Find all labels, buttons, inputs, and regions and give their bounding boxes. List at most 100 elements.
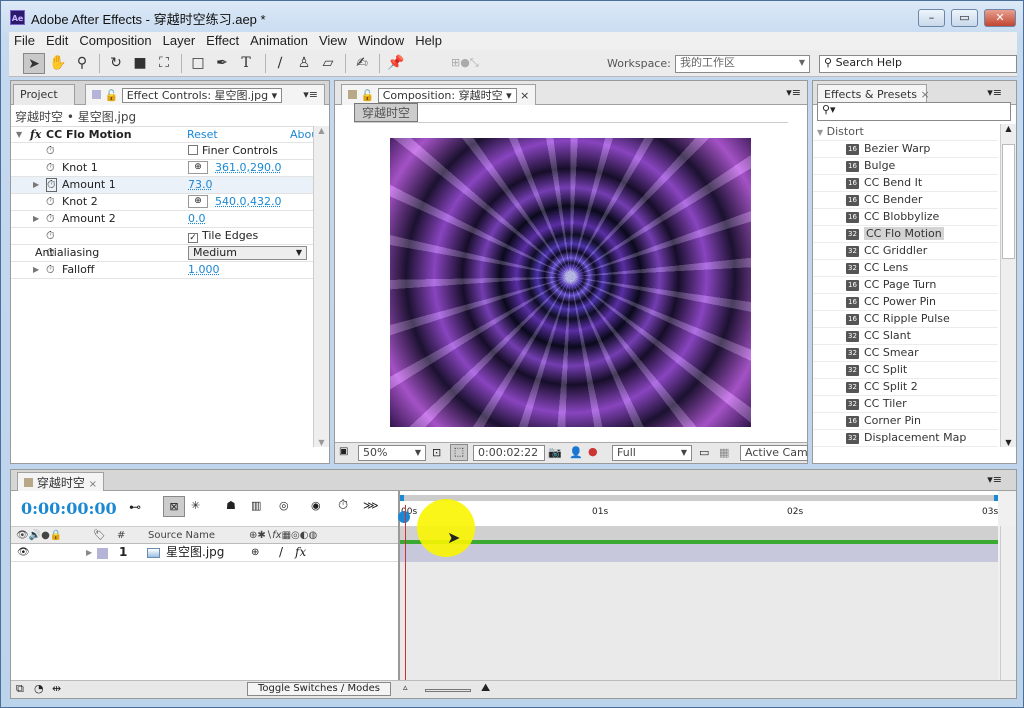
checkbox-checked[interactable]: ✓ [188,233,198,243]
twirl-closed-icon[interactable]: ▶ [33,262,39,278]
channel-icon[interactable]: ● [588,445,598,458]
stopwatch-icon[interactable]: ⏱ [46,211,55,227]
comp-navigator-button[interactable]: 穿越时空 [354,103,419,122]
stopwatch-icon[interactable]: ⏱ [46,228,55,244]
tab-timeline[interactable]: 穿越时空 × [17,472,105,491]
effect-header-row[interactable]: ▼ fx CC Flo Motion Reset Abou [11,126,318,143]
knot-2-value[interactable]: 540.0,432.0 [215,194,281,210]
toggle-switches-modes-button[interactable]: Toggle Switches / Modes [247,682,391,696]
maximize-button[interactable]: ▭ [951,9,978,27]
effects-search-input[interactable]: ⚲▾ [817,102,1011,121]
brush-tool-icon[interactable]: ∕ [269,53,291,74]
draft-3d-icon[interactable]: ✳ [191,499,200,512]
menu-window[interactable]: Window [353,32,409,49]
tab-composition[interactable]: 🔓 Composition: 穿越时空 ▾ × [341,84,536,105]
work-area-bar[interactable] [400,526,998,544]
effect-item[interactable]: 32 CC Split 2 [813,379,998,396]
effect-item[interactable]: 32 CC Slant [813,328,998,345]
close-button[interactable]: ✕ [984,9,1016,27]
amount-1-value[interactable]: 73.0 [188,177,213,193]
layer-name[interactable]: 星空图.jpg [166,544,224,561]
effect-item[interactable]: 16 Bezier Warp [813,141,998,158]
search-help-input[interactable]: ⚲ Search Help [819,55,1017,73]
layer-row[interactable]: 👁 ▶ 1 星空图.jpg ⊕ / fx [11,544,398,562]
menu-animation[interactable]: Animation [245,32,313,49]
crosshair-icon[interactable]: ⊕ [188,195,208,208]
effect-item[interactable]: 16 CC Blobbylize [813,209,998,226]
layer-duration-bar[interactable] [400,544,998,562]
minimize-button[interactable]: – [918,9,945,27]
effect-item[interactable]: 16 CC Bender [813,192,998,209]
camera-view-select[interactable]: Active Came [740,445,808,461]
brainstorm-icon[interactable]: ◉ [311,499,321,512]
resolution-select[interactable]: Full ▼ [612,445,692,461]
magnification-select[interactable]: 50% ▼ [358,445,426,461]
twirl-closed-icon[interactable]: ▶ [86,544,92,561]
auto-keyframe-icon[interactable]: ⏱ [338,498,348,513]
stopwatch-icon[interactable]: ⏱ [46,160,55,176]
source-name-header[interactable]: Source Name [148,527,215,544]
rotate-tool-icon[interactable]: ↻ [105,53,127,74]
effect-item[interactable]: 16 Corner Pin [813,413,998,430]
vertical-scrollbar[interactable]: ▲ ▼ [1000,124,1016,447]
camera-tool-icon[interactable]: ■ [129,53,151,74]
axis-mode-icons[interactable]: ⊞●⤡ [451,53,479,74]
twirl-closed-icon[interactable]: ▶ [33,177,39,193]
tile-edges-checkbox[interactable]: ✓ Tile Edges [188,228,258,244]
live-update-icon[interactable]: ⊠ [163,496,185,517]
shy-switch-icon[interactable]: ⊕ [251,544,259,561]
stopwatch-icon[interactable]: ⏱ [46,178,57,192]
effect-item[interactable]: 16 CC Ripple Pulse [813,311,998,328]
time-navigator[interactable] [400,495,998,501]
menu-view[interactable]: View [314,32,352,49]
effect-item[interactable]: 32 Displacement Map [813,430,998,447]
menu-composition[interactable]: Composition [74,32,156,49]
close-tab-icon[interactable]: × [921,88,930,101]
current-time-display[interactable]: 0:00:00:00 [21,499,117,518]
graph-editor-icon[interactable]: ⋙ [363,499,379,512]
zoom-in-icon[interactable]: ⛰ [481,681,490,695]
tab-project[interactable]: Project [13,84,75,105]
panel-menu-icon[interactable]: ▾≡ [786,86,801,99]
effect-item[interactable]: 32 CC Flo Motion [813,226,998,243]
knot-1-value[interactable]: 361.0,290.0 [215,160,281,176]
workspace-select[interactable]: 我的工作区 ▼ [675,55,810,73]
menu-effect[interactable]: Effect [201,32,244,49]
composition-viewer-image[interactable] [390,138,751,427]
grid-guide-icon[interactable]: ⊡ [432,446,441,459]
label-tag-icon[interactable]: 🏷 [93,527,106,544]
show-snapshot-icon[interactable]: 👤 [569,446,583,459]
checkbox-unchecked[interactable] [188,145,198,155]
twirl-open-icon[interactable]: ▼ [817,128,823,137]
stopwatch-icon[interactable]: ⏱ [46,143,55,159]
close-tab-icon[interactable]: × [89,479,97,490]
reset-link[interactable]: Reset [187,127,218,143]
frame-blending-icon[interactable]: ▥ [251,499,261,512]
amount-2-value[interactable]: 0.0 [188,211,206,227]
hand-tool-icon[interactable]: ✋ [47,53,69,74]
crosshair-icon[interactable]: ⊕ [188,161,208,174]
roto-brush-tool-icon[interactable]: ✍ [351,53,373,74]
region-of-interest-icon[interactable]: ▭ [699,446,709,459]
timeline-vertical-scrollbar[interactable] [1000,526,1016,682]
scrollbar-thumb[interactable] [1002,144,1015,259]
playhead-handle[interactable] [398,511,410,523]
eraser-tool-icon[interactable]: ▱ [317,53,339,74]
finer-controls-checkbox[interactable]: Finer Controls [188,143,278,159]
falloff-value[interactable]: 1.000 [188,262,220,278]
in-out-columns-icon[interactable]: ⇹ [52,682,61,695]
effect-item[interactable]: 32 CC Split [813,362,998,379]
eye-icon[interactable]: 👁 [17,544,30,561]
panel-menu-icon[interactable]: ▾≡ [987,86,1002,99]
transparency-grid-icon[interactable]: ▦ [719,446,729,459]
effect-item[interactable]: 16 CC Bend It [813,175,998,192]
selection-tool-icon[interactable]: ➤ [23,53,45,74]
effect-item[interactable]: 32 CC Smear [813,345,998,362]
effect-item[interactable]: 32 CC Lens [813,260,998,277]
puppet-pin-tool-icon[interactable]: 📌 [385,53,407,74]
fx-icon[interactable]: fx [30,127,41,143]
effect-item[interactable]: 16 Bulge [813,158,998,175]
fx-switch-icon[interactable]: fx [295,544,306,561]
effect-controls-layer-select[interactable]: Effect Controls: 星空图.jpg ▾ [121,88,283,103]
menu-layer[interactable]: Layer [158,32,201,49]
